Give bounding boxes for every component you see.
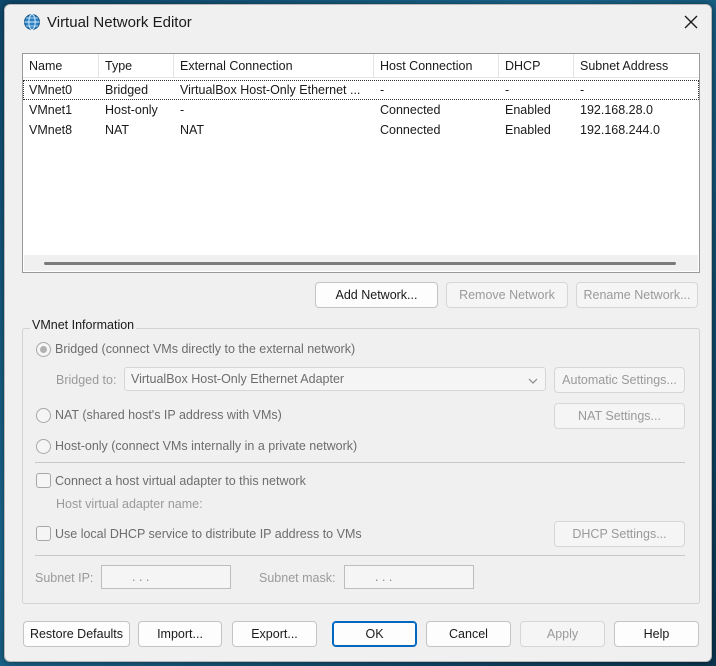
divider bbox=[35, 555, 685, 556]
nat-label: NAT (shared host's IP address with VMs) bbox=[55, 408, 282, 422]
network-globe-icon bbox=[23, 13, 41, 31]
bridged-to-value: VirtualBox Host-Only Ethernet Adapter bbox=[131, 372, 345, 386]
virtual-network-editor-window: Virtual Network Editor Name Type Externa… bbox=[4, 4, 712, 662]
bridged-label: Bridged (connect VMs directly to the ext… bbox=[55, 342, 356, 356]
column-header-name[interactable]: Name bbox=[23, 54, 99, 78]
horizontal-scrollbar[interactable] bbox=[24, 255, 698, 271]
vmnet-information-title: VMnet Information bbox=[30, 318, 137, 332]
connect-host-adapter-label: Connect a host virtual adapter to this n… bbox=[55, 474, 306, 488]
table-row[interactable]: VMnet1 Host-only - Connected Enabled 192… bbox=[23, 100, 699, 120]
close-icon[interactable] bbox=[677, 9, 705, 35]
column-header-dhcp[interactable]: DHCP bbox=[499, 54, 574, 78]
subnet-ip-input[interactable]: . . . bbox=[101, 565, 231, 589]
chevron-down-icon bbox=[527, 372, 539, 394]
network-list[interactable]: Name Type External Connection Host Conne… bbox=[22, 53, 700, 273]
use-dhcp-label: Use local DHCP service to distribute IP … bbox=[55, 527, 362, 541]
help-button[interactable]: Help bbox=[614, 621, 699, 647]
table-row[interactable]: VMnet8 NAT NAT Connected Enabled 192.168… bbox=[23, 120, 699, 140]
bridged-to-dropdown[interactable]: VirtualBox Host-Only Ethernet Adapter bbox=[124, 367, 546, 391]
column-header-subnet-address[interactable]: Subnet Address bbox=[574, 54, 699, 78]
import-button[interactable]: Import... bbox=[138, 621, 222, 647]
host-only-label: Host-only (connect VMs internally in a p… bbox=[55, 439, 358, 453]
dhcp-settings-button[interactable]: DHCP Settings... bbox=[554, 521, 685, 547]
column-header-external-connection[interactable]: External Connection bbox=[174, 54, 374, 78]
window-title: Virtual Network Editor bbox=[47, 14, 192, 31]
apply-button[interactable]: Apply bbox=[520, 621, 605, 647]
subnet-mask-label: Subnet mask: bbox=[259, 571, 336, 585]
cell-subnet-address: 192.168.28.0 bbox=[580, 103, 653, 117]
host-adapter-name-label: Host virtual adapter name: bbox=[56, 497, 203, 511]
connect-host-adapter-checkbox[interactable] bbox=[36, 473, 51, 488]
cell-external-connection: NAT bbox=[180, 123, 205, 137]
scrollbar-thumb[interactable] bbox=[44, 262, 676, 265]
cancel-button[interactable]: Cancel bbox=[426, 621, 511, 647]
cell-name: VMnet0 bbox=[29, 83, 73, 97]
cell-external-connection: - bbox=[180, 103, 185, 117]
export-button[interactable]: Export... bbox=[232, 621, 317, 647]
divider bbox=[35, 462, 685, 463]
nat-radio[interactable] bbox=[36, 408, 51, 423]
cell-name: VMnet8 bbox=[29, 123, 73, 137]
restore-defaults-button[interactable]: Restore Defaults bbox=[23, 621, 130, 647]
cell-host-connection: - bbox=[380, 83, 385, 97]
subnet-ip-label: Subnet IP: bbox=[35, 571, 94, 585]
column-header-host-connection[interactable]: Host Connection bbox=[374, 54, 499, 78]
cell-name: VMnet1 bbox=[29, 103, 73, 117]
remove-network-button[interactable]: Remove Network bbox=[446, 282, 568, 308]
use-dhcp-checkbox[interactable] bbox=[36, 526, 51, 541]
column-header-type[interactable]: Type bbox=[99, 54, 174, 78]
cell-dhcp: Enabled bbox=[505, 123, 551, 137]
cell-host-connection: Connected bbox=[380, 103, 441, 117]
cell-subnet-address: 192.168.244.0 bbox=[580, 123, 660, 137]
rename-network-button[interactable]: Rename Network... bbox=[576, 282, 698, 308]
cell-host-connection: Connected bbox=[380, 123, 441, 137]
cell-type: NAT bbox=[105, 123, 130, 137]
cell-external-connection: VirtualBox Host-Only Ethernet ... bbox=[180, 83, 361, 97]
add-network-button[interactable]: Add Network... bbox=[315, 282, 438, 308]
ok-button[interactable]: OK bbox=[332, 621, 417, 647]
subnet-mask-input[interactable]: . . . bbox=[344, 565, 474, 589]
cell-subnet-address: - bbox=[580, 83, 585, 97]
bridged-to-label: Bridged to: bbox=[56, 373, 117, 387]
title-bar[interactable]: Virtual Network Editor bbox=[5, 5, 711, 39]
cell-dhcp: Enabled bbox=[505, 103, 551, 117]
nat-settings-button[interactable]: NAT Settings... bbox=[554, 403, 685, 429]
bridged-radio[interactable] bbox=[36, 342, 51, 357]
cell-type: Bridged bbox=[105, 83, 149, 97]
cell-type: Host-only bbox=[105, 103, 158, 117]
cell-dhcp: - bbox=[505, 83, 510, 97]
list-header: Name Type External Connection Host Conne… bbox=[23, 54, 699, 78]
host-only-radio[interactable] bbox=[36, 439, 51, 454]
automatic-settings-button[interactable]: Automatic Settings... bbox=[554, 367, 685, 393]
table-row[interactable]: VMnet0 Bridged VirtualBox Host-Only Ethe… bbox=[23, 80, 699, 100]
